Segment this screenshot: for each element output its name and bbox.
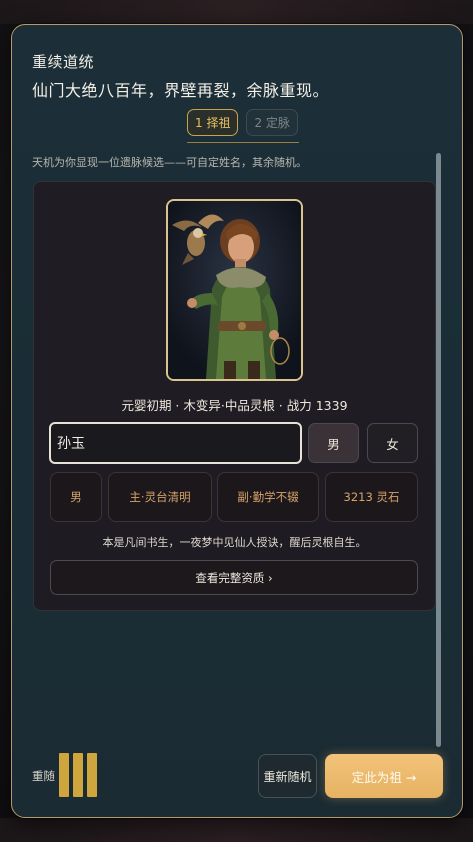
scrollbar[interactable] — [436, 153, 441, 747]
candidate-portrait — [166, 199, 303, 381]
candidate-bio: 本是凡间书生，一夜梦中见仙人授诀，醒后灵根自生。 — [102, 536, 367, 549]
view-full-aptitude-button[interactable]: 查看完整资质 › — [50, 560, 418, 595]
background-bottom — [0, 818, 473, 842]
reroll-charge-bar — [59, 753, 69, 797]
step-divider — [187, 142, 299, 143]
step-tabs: 1 择祖 2 定脉 — [187, 109, 298, 136]
creation-dialog: 重续道统 仙门大绝八百年，界壁再裂，余脉重现。 1 择祖 2 定脉 天机为你显现… — [11, 24, 463, 818]
hint-text: 天机为你显现一位遗脉候选——可自定姓名，其余随机。 — [32, 156, 307, 169]
reroll-label: 重随 — [32, 769, 55, 783]
reroll-button[interactable]: 重新随机 — [258, 754, 317, 798]
confirm-ancestor-button[interactable]: 定此为祖 → — [325, 754, 443, 798]
step-tab-choose-ancestor[interactable]: 1 择祖 — [187, 109, 239, 136]
reroll-charge-bar — [87, 753, 97, 797]
step-tab-set-lineage[interactable]: 2 定脉 — [246, 109, 298, 136]
candidate-card: 元婴初期 · 木变异·中品灵根 · 战力 1339 男 女 男 主·灵台清明 副… — [33, 181, 436, 611]
cultivator-with-falcon-portrait-icon — [168, 201, 301, 379]
tag-sub-trait[interactable]: 副·勤学不辍 — [217, 472, 319, 522]
tag-main-trait[interactable]: 主·灵台清明 — [108, 472, 212, 522]
name-input[interactable] — [49, 422, 302, 464]
reroll-count-indicator — [59, 753, 97, 797]
gender-male-button[interactable]: 男 — [308, 423, 359, 463]
reroll-charge-bar — [73, 753, 83, 797]
dialog-subtitle: 仙门大绝八百年，界壁再裂，余脉重现。 — [32, 81, 330, 100]
tag-gender[interactable]: 男 — [50, 472, 102, 522]
candidate-summary: 元婴初期 · 木变异·中品灵根 · 战力 1339 — [121, 398, 348, 413]
gender-female-button[interactable]: 女 — [367, 423, 418, 463]
tag-spirit-stones[interactable]: 3213 灵石 — [325, 472, 418, 522]
background-top — [0, 0, 473, 24]
dialog-title: 重续道统 — [32, 53, 95, 71]
